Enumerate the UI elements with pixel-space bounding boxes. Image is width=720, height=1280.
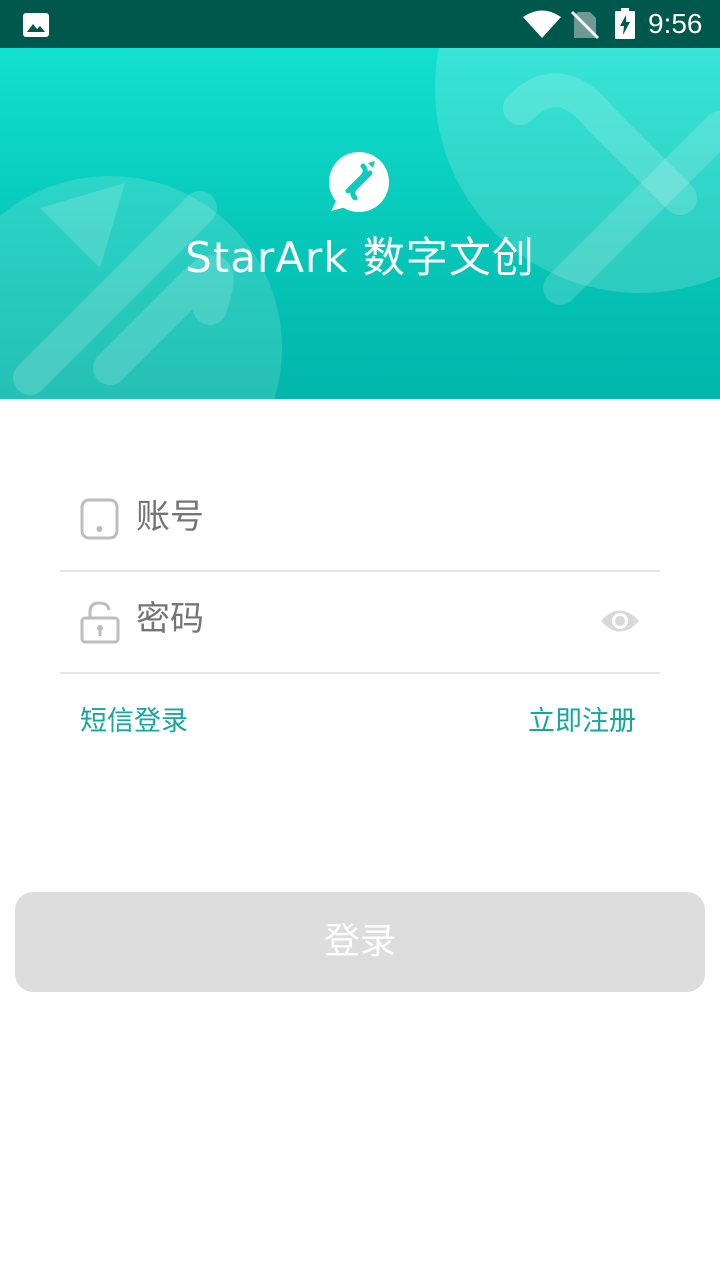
phone-icon [80,498,119,540]
lock-icon [80,601,120,644]
brand-name: StarArk 数字文创 [185,233,535,282]
account-input[interactable] [136,494,576,540]
password-input[interactable] [136,596,576,642]
login-button[interactable]: 登录 [15,892,705,992]
gallery-icon [23,13,49,37]
eye-icon[interactable] [600,606,640,636]
battery-charging-icon [615,8,635,39]
register-link[interactable]: 立即注册 [528,700,636,744]
clock: 9:56 [648,8,703,39]
brand-logo-icon [329,152,389,212]
account-field[interactable] [60,470,660,572]
status-bar: 9:56 [0,0,720,48]
sms-login-link[interactable]: 短信登录 [80,700,188,744]
password-field[interactable] [60,572,660,674]
wifi-icon [523,10,561,38]
banner-decoration [0,48,720,399]
no-sim-icon [570,10,600,40]
header-banner: StarArk 数字文创 [0,48,720,399]
